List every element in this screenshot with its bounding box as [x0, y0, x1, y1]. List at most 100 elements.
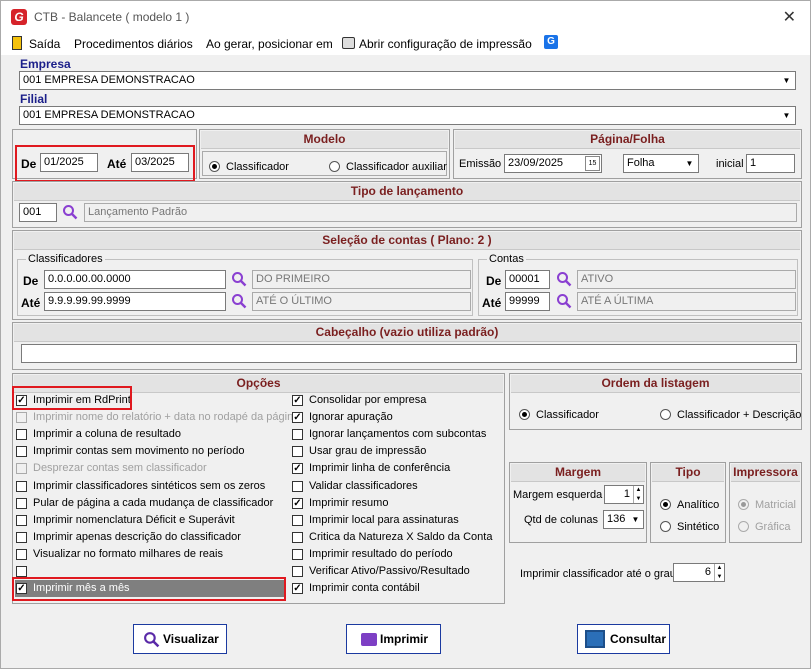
impressora-opt2-label: Gráfica: [755, 521, 791, 533]
qtd-colunas-select[interactable]: 136 ▼: [603, 510, 644, 529]
option-checkbox[interactable]: [292, 532, 303, 543]
option-label: Ignorar lançamentos com subcontas: [309, 428, 487, 440]
imprimir-button[interactable]: Imprimir: [346, 624, 441, 654]
ordem-panel: Ordem da listagem: [509, 373, 802, 430]
option-checkbox[interactable]: [16, 481, 27, 492]
option-checkbox[interactable]: [16, 446, 27, 457]
option-checkbox[interactable]: ✓: [292, 395, 303, 406]
ordem-descricao-radio[interactable]: [660, 409, 671, 420]
calendar-icon[interactable]: 15: [585, 156, 600, 171]
visualizar-button[interactable]: Visualizar: [133, 624, 227, 654]
exit-icon: [12, 36, 22, 50]
option-checkbox[interactable]: [292, 566, 303, 577]
emissao-date-input[interactable]: 23/09/2025 15: [504, 154, 602, 173]
consultar-button[interactable]: Consultar: [577, 624, 670, 654]
search-icon[interactable]: [556, 293, 572, 309]
search-icon[interactable]: [556, 271, 572, 287]
option-checkbox[interactable]: [16, 566, 27, 577]
tipo-title: Tipo: [652, 464, 724, 482]
table-search-icon: [585, 630, 605, 648]
tipo-analitico-radio[interactable]: [660, 499, 671, 510]
impressora-matricial-radio[interactable]: [738, 499, 749, 510]
option-checkbox[interactable]: ✓: [16, 583, 27, 594]
option-checkbox[interactable]: [16, 412, 27, 423]
menu-procedimentos[interactable]: Procedimentos diários: [74, 37, 193, 51]
impressora-opt1-label: Matricial: [755, 499, 796, 511]
grau-input[interactable]: 6 ▲ ▼: [673, 563, 725, 582]
modelo-classificador-radio[interactable]: [209, 161, 220, 172]
option-checkbox[interactable]: ✓: [292, 412, 303, 423]
option-checkbox[interactable]: [292, 549, 303, 560]
conta-de-input[interactable]: 00001: [505, 270, 550, 289]
search-icon[interactable]: [62, 204, 78, 220]
spin-arrows-icon[interactable]: ▲ ▼: [633, 486, 643, 503]
option-label: Imprimir nomenclatura Déficit e Superávi…: [33, 514, 235, 526]
class-de-input[interactable]: 0.0.0.00.00.0000: [44, 270, 226, 289]
option-checkbox[interactable]: [292, 481, 303, 492]
option-checkbox[interactable]: [292, 446, 303, 457]
option-checkbox[interactable]: [16, 515, 27, 526]
option-checkbox[interactable]: ✓: [292, 583, 303, 594]
cabecalho-input[interactable]: [21, 344, 797, 363]
class-ate-label: Até: [21, 296, 41, 310]
chevron-down-icon: ▼: [629, 512, 642, 527]
option-checkbox[interactable]: ✓: [292, 498, 303, 509]
option-label: Imprimir a coluna de resultado: [33, 428, 181, 440]
close-button[interactable]: ✕: [783, 7, 796, 27]
search-icon[interactable]: [231, 293, 247, 309]
class-ate-input[interactable]: 9.9.9.99.99.9999: [44, 292, 226, 311]
option-label: Verificar Ativo/Passivo/Resultado: [309, 565, 470, 577]
chevron-down-icon: ▼: [682, 156, 697, 171]
folha-select[interactable]: Folha ▼: [623, 154, 699, 173]
option-label: Imprimir conta contábil: [309, 582, 420, 594]
emissao-value: 23/09/2025: [508, 157, 564, 169]
tipo-sintetico-radio[interactable]: [660, 521, 671, 532]
inicial-input[interactable]: 1: [746, 154, 795, 173]
window: G CTB - Balancete ( modelo 1 ) ✕ Saída P…: [0, 0, 811, 669]
search-icon[interactable]: [231, 271, 247, 287]
qtd-colunas-value: 136: [607, 513, 626, 525]
option-checkbox[interactable]: [292, 515, 303, 526]
option-label: Pular de página a cada mudança de classi…: [33, 497, 274, 509]
tipo-lancamento-code-input[interactable]: 001: [19, 203, 57, 222]
menu-config[interactable]: Abrir configuração de impressão: [359, 37, 532, 51]
periodo-ate-input[interactable]: 03/2025: [131, 153, 189, 172]
modelo-auxiliar-radio[interactable]: [329, 161, 340, 172]
ordem-classificador-radio[interactable]: [519, 409, 530, 420]
menu-sair[interactable]: Saída: [29, 37, 60, 51]
option-checkbox[interactable]: [292, 429, 303, 440]
option-checkbox[interactable]: [16, 463, 27, 474]
tipo-opt1-label: Analítico: [677, 499, 720, 511]
option-label: Validar classificadores: [309, 480, 418, 492]
option-checkbox[interactable]: ✓: [292, 463, 303, 474]
option-checkbox[interactable]: [16, 549, 27, 560]
app-shortcut-icon[interactable]: G: [544, 35, 558, 49]
impressora-grafica-radio[interactable]: [738, 521, 749, 532]
option-checkbox[interactable]: [16, 429, 27, 440]
title-bar: G CTB - Balancete ( modelo 1 ) ✕: [1, 1, 810, 31]
ordem-title: Ordem da listagem: [511, 375, 800, 393]
option-label: Imprimir apenas descrição do classificad…: [33, 531, 241, 543]
spin-arrows-icon[interactable]: ▲ ▼: [714, 564, 724, 581]
class-de-desc: DO PRIMEIRO: [252, 270, 471, 289]
empresa-select[interactable]: 001 EMPRESA DEMONSTRACAO ▼: [19, 71, 796, 90]
option-label: Consolidar por empresa: [309, 394, 427, 406]
conta-ate-input[interactable]: 99999: [505, 292, 550, 311]
inicial-label: inicial: [716, 158, 744, 170]
window-title: CTB - Balancete ( modelo 1 ): [34, 10, 190, 24]
selecao-title: Seleção de contas ( Plano: 2 ): [14, 232, 800, 250]
margem-esq-input[interactable]: 1 ▲ ▼: [604, 485, 644, 504]
option-checkbox[interactable]: [16, 498, 27, 509]
ate-label: Até: [107, 157, 127, 171]
empresa-value: 001 EMPRESA DEMONSTRACAO: [23, 74, 195, 86]
filial-select[interactable]: 001 EMPRESA DEMONSTRACAO ▼: [19, 106, 796, 125]
option-checkbox[interactable]: [16, 532, 27, 543]
option-label: Imprimir mês a mês: [33, 582, 130, 594]
periodo-de-input[interactable]: 01/2025: [40, 153, 98, 172]
option-label: Imprimir nome do relatório + data no rod…: [33, 411, 300, 423]
menu-gerar[interactable]: Ao gerar, posicionar em: [206, 37, 333, 51]
emissao-label: Emissão: [459, 158, 502, 170]
contas-title: Contas: [487, 253, 526, 265]
printer-icon: [361, 633, 377, 646]
option-label: Visualizar no formato milhares de reais: [33, 548, 223, 560]
